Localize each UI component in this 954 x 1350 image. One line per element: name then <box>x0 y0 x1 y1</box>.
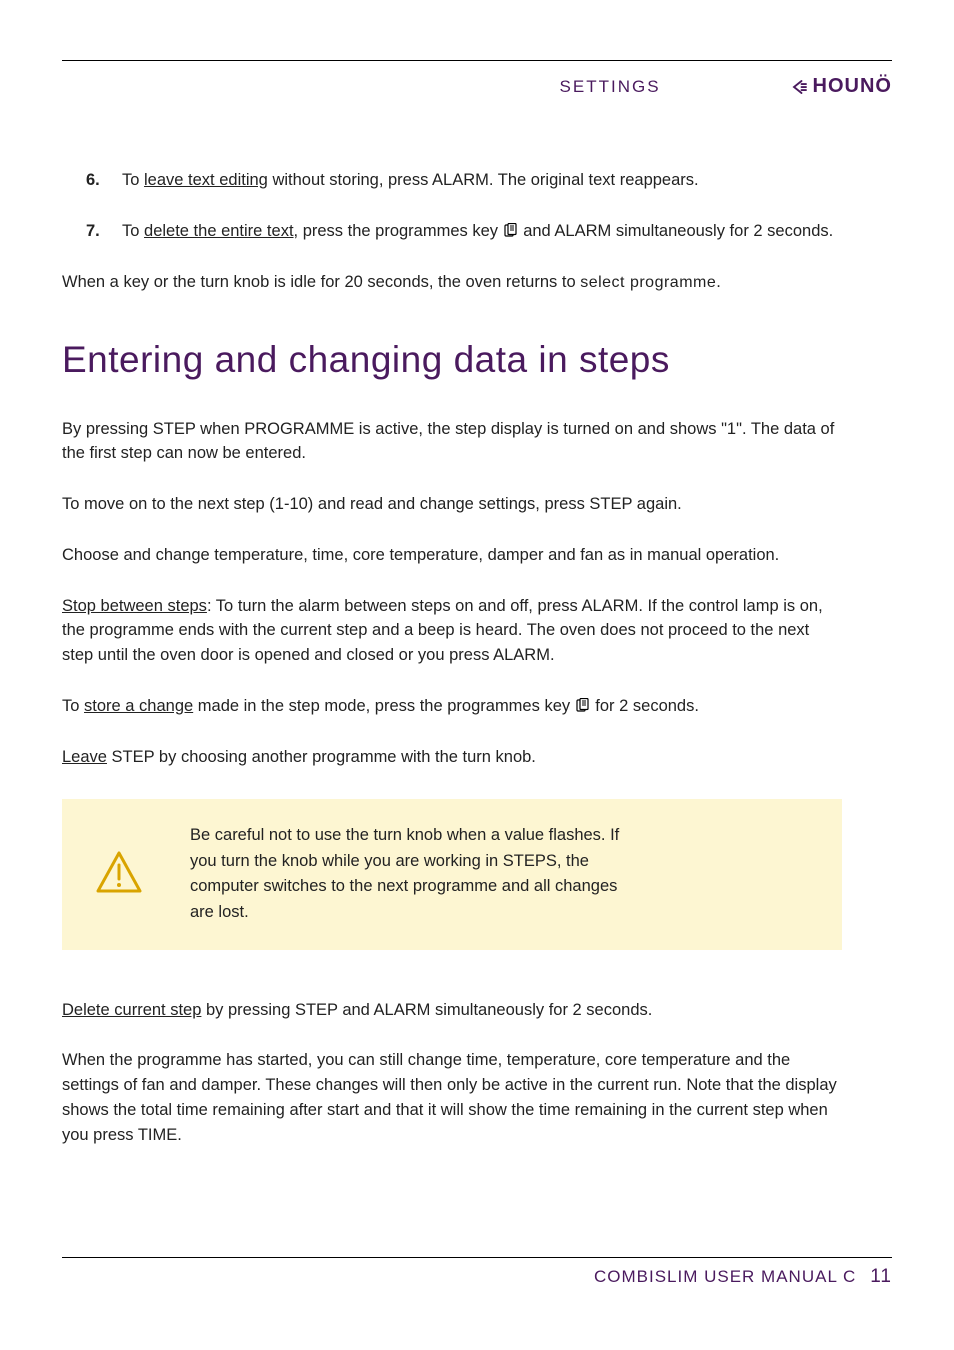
text: To <box>122 222 144 240</box>
text: , press the programmes key <box>294 222 503 240</box>
footer-title: COMBISLIM USER MANUAL C <box>594 1267 856 1287</box>
section-label: SETTINGS <box>560 77 661 97</box>
brand-logo: HOUNÖ <box>791 75 892 98</box>
underline-text: delete the entire text <box>144 222 294 240</box>
text: . <box>716 273 721 291</box>
text: made in the step mode, press the program… <box>193 697 575 715</box>
footer-rule <box>62 1257 892 1258</box>
text: and ALARM simultaneously for 2 seconds. <box>523 222 833 240</box>
top-rule <box>62 60 892 61</box>
section-heading: Entering and changing data in steps <box>62 339 842 381</box>
paragraph: To move on to the next step (1-10) and r… <box>62 492 842 517</box>
list-number: 6. <box>86 168 104 193</box>
programmes-key-icon <box>575 697 591 713</box>
warning-text: Be careful not to use the turn knob when… <box>190 823 630 925</box>
underline-text: Stop between steps <box>62 597 207 615</box>
underline-text: Delete current step <box>62 1001 201 1019</box>
list-body: To leave text editing without storing, p… <box>122 168 842 193</box>
page-header: SETTINGS HOUNÖ <box>62 75 892 98</box>
list-item-6: 6. To leave text editing without storing… <box>86 168 842 193</box>
paragraph-store-change: To store a change made in the step mode,… <box>62 694 842 719</box>
text: for 2 seconds. <box>595 697 699 715</box>
idle-paragraph: When a key or the turn knob is idle for … <box>62 270 842 295</box>
text: When a key or the turn knob is idle for … <box>62 273 580 291</box>
paragraph: When the programme has started, you can … <box>62 1048 842 1147</box>
paragraph-leave: Leave STEP by choosing another programme… <box>62 745 842 770</box>
page-footer: COMBISLIM USER MANUAL C 11 <box>62 1257 892 1288</box>
list-number: 7. <box>86 219 104 244</box>
text: To <box>122 171 144 189</box>
page-number: 11 <box>870 1266 892 1288</box>
brand-arrow-icon <box>791 78 809 96</box>
underline-text: leave text editing <box>144 171 268 189</box>
body-content: 6. To leave text editing without storing… <box>62 168 842 1147</box>
text: by pressing STEP and ALARM simultaneousl… <box>201 1001 652 1019</box>
warning-callout: Be careful not to use the turn knob when… <box>62 799 842 949</box>
underline-text: Leave <box>62 748 107 766</box>
ui-text: select programme <box>580 274 716 291</box>
paragraph: By pressing STEP when PROGRAMME is activ… <box>62 417 842 467</box>
text: without storing, press ALARM. The origin… <box>268 171 699 189</box>
brand-text: HOUNÖ <box>813 75 892 98</box>
list-body: To delete the entire text, press the pro… <box>122 219 842 244</box>
paragraph: Choose and change temperature, time, cor… <box>62 543 842 568</box>
text: To <box>62 697 84 715</box>
list-item-7: 7. To delete the entire text, press the … <box>86 219 842 244</box>
warning-icon <box>96 851 142 898</box>
paragraph-delete-step: Delete current step by pressing STEP and… <box>62 998 842 1023</box>
text: STEP by choosing another programme with … <box>107 748 536 766</box>
paragraph-stop-between: Stop between steps: To turn the alarm be… <box>62 594 842 668</box>
programmes-key-icon <box>503 222 519 238</box>
underline-text: store a change <box>84 697 193 715</box>
